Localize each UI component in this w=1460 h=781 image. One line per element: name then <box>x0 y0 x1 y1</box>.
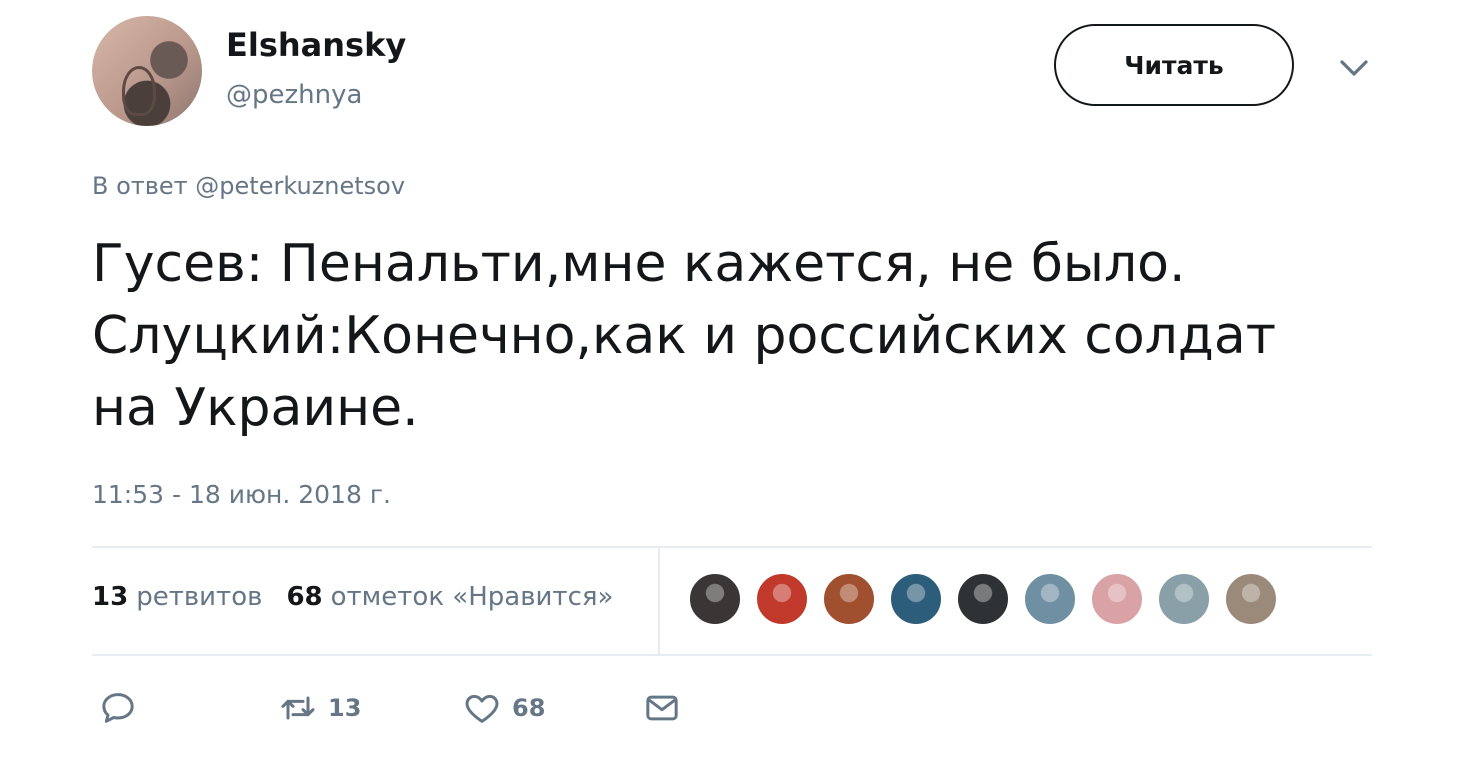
liker-9-avatar[interactable] <box>1224 572 1278 626</box>
like-button[interactable]: 68 <box>462 688 642 728</box>
tweet-card: Elshansky @pezhnya Читать В ответ @peter… <box>0 0 1460 781</box>
liker-4-avatar[interactable] <box>889 572 943 626</box>
chevron-down-icon[interactable] <box>1336 50 1372 86</box>
author-handle[interactable]: @pezhnya <box>226 80 362 110</box>
reply-context: В ответ @peterkuznetsov <box>92 172 405 200</box>
liker-7-avatar[interactable] <box>1090 572 1144 626</box>
likers-avatars <box>688 572 1278 626</box>
liker-3-avatar[interactable] <box>822 572 876 626</box>
retweet-icon <box>281 696 315 720</box>
divider-bottom <box>92 654 1372 656</box>
likes-count: 68 <box>286 582 323 612</box>
message-button[interactable] <box>642 688 682 728</box>
reply-prefix: В ответ <box>92 172 196 200</box>
liker-2-avatar[interactable] <box>755 572 809 626</box>
likes-stat[interactable]: 68 отметок «Нравится» <box>286 582 613 612</box>
author-display-name[interactable]: Elshansky <box>226 26 406 64</box>
author-avatar[interactable] <box>92 16 202 126</box>
divider-vertical <box>658 548 660 654</box>
like-count: 68 <box>512 694 546 722</box>
action-bar: 13 68 <box>98 688 682 728</box>
liker-6-avatar[interactable] <box>1023 572 1077 626</box>
liker-8-avatar[interactable] <box>1157 572 1211 626</box>
follow-button[interactable]: Читать <box>1054 24 1294 106</box>
liker-5-avatar[interactable] <box>956 572 1010 626</box>
reply-icon <box>102 693 134 723</box>
retweets-label: ретвитов <box>136 582 263 612</box>
divider-top <box>92 546 1372 548</box>
reply-mention-link[interactable]: @peterkuznetsov <box>195 172 405 200</box>
engagement-stats: 13 ретвитов 68 отметок «Нравится» <box>92 582 613 612</box>
tweet-text: Гусев: Пенальти,мне кажется, не было. Сл… <box>92 234 1276 438</box>
envelope-icon <box>646 695 678 721</box>
heart-icon <box>465 694 499 723</box>
reply-button[interactable] <box>98 688 278 728</box>
retweets-count: 13 <box>92 582 129 612</box>
retweets-stat[interactable]: 13 ретвитов <box>92 582 262 612</box>
likes-label: отметок «Нравится» <box>330 582 614 612</box>
liker-1-avatar[interactable] <box>688 572 742 626</box>
retweet-button[interactable]: 13 <box>278 688 462 728</box>
tweet-timestamp[interactable]: 11:53 - 18 июн. 2018 г. <box>92 480 391 509</box>
retweet-count: 13 <box>328 694 362 722</box>
